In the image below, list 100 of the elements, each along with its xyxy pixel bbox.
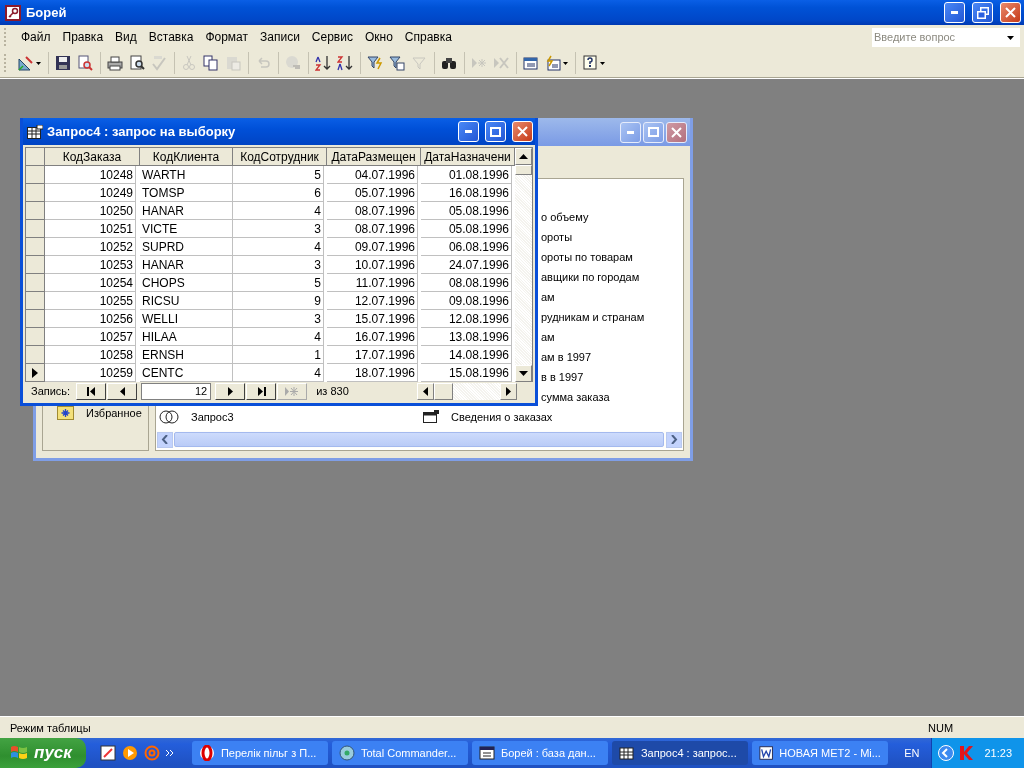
column-header[interactable]: ДатаНазначени <box>421 148 515 166</box>
previous-record-button[interactable] <box>107 382 138 400</box>
close-icon <box>671 126 682 138</box>
scroll-thumb[interactable] <box>174 432 664 447</box>
group-label[interactable]: Избранное <box>86 406 142 419</box>
taskbar-button[interactable]: Перелік пільг з П... <box>191 741 328 765</box>
restore-icon <box>976 6 989 19</box>
window-title: Запрос4 : запрос на выборку <box>47 124 236 139</box>
table-cell: ERNSH <box>140 346 233 364</box>
taskbar-button[interactable]: Total Commander... <box>331 741 468 765</box>
table-cell: 15.08.1996 <box>421 364 512 382</box>
table-cell: 10259 <box>45 364 136 382</box>
last-icon <box>256 386 266 396</box>
object-item[interactable]: ам <box>541 331 555 343</box>
table-cell: 10256 <box>45 310 136 328</box>
chevron-icon[interactable] <box>165 749 174 757</box>
first-record-button[interactable] <box>76 382 107 400</box>
right-arrow-icon <box>506 386 512 396</box>
copy-icon <box>203 55 219 71</box>
column-header[interactable]: ДатаРазмещен <box>327 148 421 166</box>
column-header[interactable]: КодЗаказа <box>45 148 140 166</box>
document-icon <box>758 745 774 761</box>
table-cell: 10248 <box>45 166 136 184</box>
taskbar-button[interactable]: Борей : база дан... <box>471 741 608 765</box>
next-record-button[interactable] <box>215 382 246 400</box>
table-cell: 9 <box>233 292 324 310</box>
start-button[interactable]: пуск <box>0 738 86 768</box>
table-cell: 4 <box>233 238 324 256</box>
at-sign-icon[interactable] <box>143 745 160 761</box>
menu-item[interactable]: Сервис <box>305 28 359 46</box>
table-cell: 3 <box>233 256 324 274</box>
right-triangle-icon <box>225 386 235 396</box>
star-folder-icon <box>57 405 74 420</box>
language-indicator[interactable]: EN <box>904 747 920 759</box>
object-item[interactable]: сумма заказа <box>541 391 610 403</box>
help-button[interactable] <box>575 52 608 74</box>
menu-item[interactable]: Вставка <box>142 28 200 46</box>
disk-icon <box>338 745 355 761</box>
row-selector[interactable] <box>26 364 45 382</box>
horizontal-scrollbar[interactable] <box>156 431 683 448</box>
form-icon <box>423 410 439 424</box>
object-item[interactable]: Сведения о заказах <box>451 411 553 423</box>
record-number-field[interactable]: 12 <box>141 382 212 400</box>
delete-record-icon <box>493 55 509 71</box>
table-cell: 5 <box>233 274 324 292</box>
undo-icon <box>255 55 271 71</box>
table-cell: 1 <box>233 346 324 364</box>
funnel-icon <box>411 55 427 71</box>
taskbar-button[interactable]: Запрос4 : запрос... <box>611 741 748 765</box>
horizontal-scrollbar[interactable] <box>417 382 518 400</box>
table-cell: 09.08.1996 <box>421 292 512 310</box>
table-cell: 10250 <box>45 202 136 220</box>
menu-item[interactable]: Файл <box>15 28 57 46</box>
object-item[interactable]: ороты <box>541 231 573 243</box>
print-button[interactable] <box>100 52 126 74</box>
object-item[interactable]: ам <box>541 291 555 303</box>
vertical-scrollbar[interactable] <box>515 148 532 382</box>
column-header[interactable]: КодСотрудник <box>233 148 327 166</box>
table-cell: 12.07.1996 <box>327 292 418 310</box>
menu-item[interactable]: Окно <box>358 28 399 46</box>
taskbar-button[interactable]: НОВАЯ МЕТ2 - Mi... <box>751 741 888 765</box>
record-pointer-icon <box>32 367 38 378</box>
select-all-cell[interactable] <box>26 148 45 166</box>
sort-ascending-icon <box>315 55 331 71</box>
table-cell: HANAR <box>140 256 233 274</box>
table-cell: CENTC <box>140 364 233 382</box>
object-item[interactable]: в в 1997 <box>541 371 584 383</box>
object-item[interactable]: авщики по городам <box>541 271 640 283</box>
restore-button[interactable] <box>972 2 993 23</box>
table-cell: 14.08.1996 <box>421 346 512 364</box>
table-cell: HILAA <box>140 328 233 346</box>
table-cell: 06.08.1996 <box>421 238 512 256</box>
menu-item[interactable]: Записи <box>254 28 306 46</box>
notepad-icon[interactable] <box>99 745 116 761</box>
table-cell: 15.07.1996 <box>327 310 418 328</box>
scissors-icon <box>181 55 197 71</box>
table-cell: 10251 <box>45 220 136 238</box>
table-cell: 10254 <box>45 274 136 292</box>
table-cell: TOMSP <box>140 184 233 202</box>
menu-item[interactable]: Справка <box>398 28 458 46</box>
menu-item[interactable]: Вид <box>109 28 143 46</box>
last-record-button[interactable] <box>246 382 277 400</box>
object-item[interactable]: ороты по товарам <box>541 251 633 263</box>
column-header[interactable]: КодКлиента <box>140 148 233 166</box>
table-cell: 3 <box>233 220 324 238</box>
menu-item[interactable]: Правка <box>56 28 110 46</box>
media-player-icon[interactable] <box>121 745 138 761</box>
num-lock-indicator: NUM <box>928 721 955 734</box>
object-item[interactable]: о объему <box>541 211 589 223</box>
chevron-icon[interactable] <box>938 745 955 761</box>
shield-icon[interactable] <box>958 745 975 761</box>
globe-icon <box>198 745 215 761</box>
table-cell: SUPRD <box>140 238 233 256</box>
table-cell: 10.07.1996 <box>327 256 418 274</box>
help-search-field[interactable]: Введите вопрос <box>872 27 1002 47</box>
menu-item[interactable]: Формат <box>199 28 255 46</box>
table-cell: 17.07.1996 <box>327 346 418 364</box>
object-item[interactable]: Запрос3 <box>191 411 234 423</box>
object-item[interactable]: рудникам и странам <box>541 311 645 323</box>
object-item[interactable]: ам в 1997 <box>541 351 592 363</box>
